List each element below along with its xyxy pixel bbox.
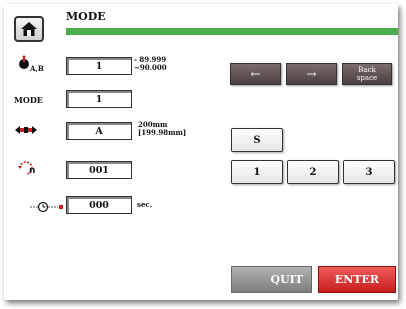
ab-label: A,B [30,64,44,73]
timer-value-field[interactable]: 000 [66,196,132,214]
mode-panel [4,4,398,300]
svg-text:n: n [29,166,35,176]
cursor-left-button[interactable]: ← [230,63,281,85]
size-note-line2: [199.98mm] [138,128,187,137]
backspace-label-line1: Back [358,66,376,74]
count-value-field[interactable]: 001 [66,161,132,179]
title-underline [66,28,398,35]
key-s-button[interactable]: S [231,128,283,152]
clamp-icon [15,126,37,134]
ab-axis-icon [19,55,29,69]
ab-range-max: ~90.000 [134,63,167,72]
timer-icon [30,201,63,213]
key-3-button[interactable]: 3 [343,160,395,184]
key-1-button[interactable]: 1 [231,160,283,184]
page-title: MODE [66,10,106,23]
cycle-counter-icon: n [18,161,35,176]
size-value-field[interactable]: A [66,122,132,140]
mode-label: MODE [14,95,43,105]
ab-value-field[interactable]: 1 [66,57,132,75]
enter-button[interactable]: ENTER [318,266,396,293]
quit-button[interactable]: QUIT [231,266,312,293]
home-button[interactable] [14,16,44,42]
key-2-button[interactable]: 2 [287,160,339,184]
timer-unit: sec. [137,200,153,209]
mode-value-field[interactable]: 1 [66,90,132,108]
backspace-label-line2: space [356,74,378,82]
home-icon [21,22,37,36]
backspace-button[interactable]: Back space [342,63,392,85]
cursor-right-button[interactable]: → [286,63,337,85]
